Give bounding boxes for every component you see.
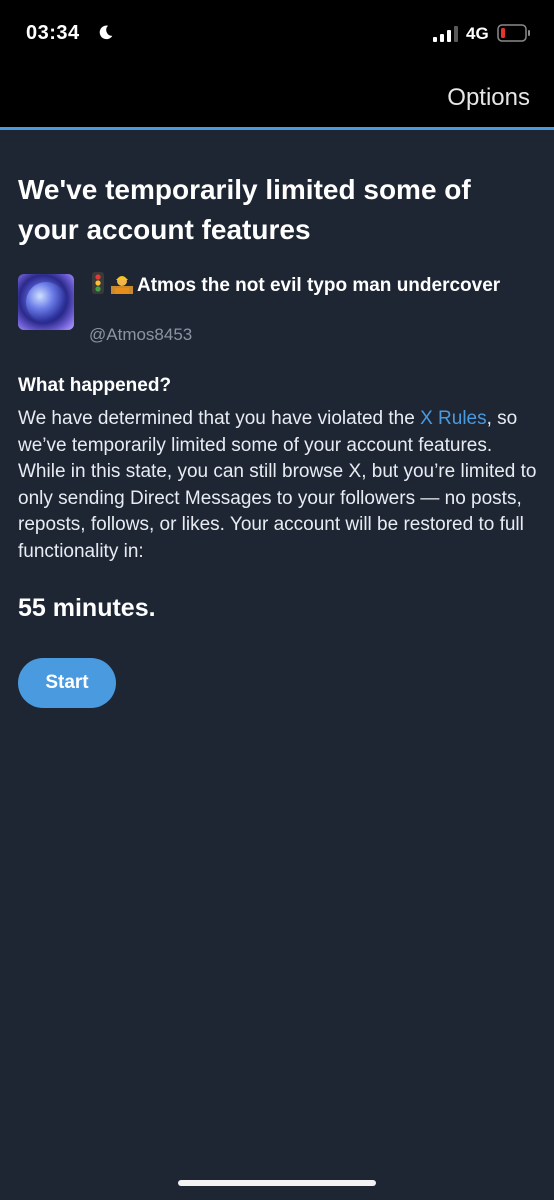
explanation-text: We have determined that you have violate… [18, 406, 540, 565]
page-title: We've temporarily limited some of your a… [18, 174, 471, 245]
avatar [18, 274, 74, 330]
construction-worker-emoji [111, 276, 133, 294]
accent-divider [0, 127, 554, 130]
signal-icon [433, 26, 458, 42]
explanation-text-end: , so we’ve temporarily limited some of y… [18, 408, 537, 562]
user-handle: @Atmos8453 [89, 325, 193, 344]
restriction-duration: 55 minutes. [18, 594, 156, 622]
moon-icon [99, 25, 113, 40]
home-indicator[interactable] [178, 1180, 376, 1186]
planet-image [26, 282, 66, 322]
user-display-name: Atmos the not evil typo man undercover [89, 272, 529, 299]
explanation-text-start: We have determined that you have violate… [18, 408, 421, 429]
network-type: 4G [466, 24, 489, 43]
user-name-text: Atmos the not evil typo man undercover [137, 275, 501, 296]
traffic-light-emoji [92, 272, 104, 294]
top-bar: Options [0, 70, 554, 128]
start-button[interactable]: Start [18, 658, 116, 708]
battery-low-icon [497, 24, 530, 42]
options-button[interactable]: Options [447, 84, 530, 112]
section-heading: What happened? [18, 375, 172, 396]
status-bar: 03:34 4G [0, 0, 554, 70]
x-rules-link[interactable]: X Rules [420, 408, 487, 429]
status-time: 03:34 [26, 22, 80, 44]
